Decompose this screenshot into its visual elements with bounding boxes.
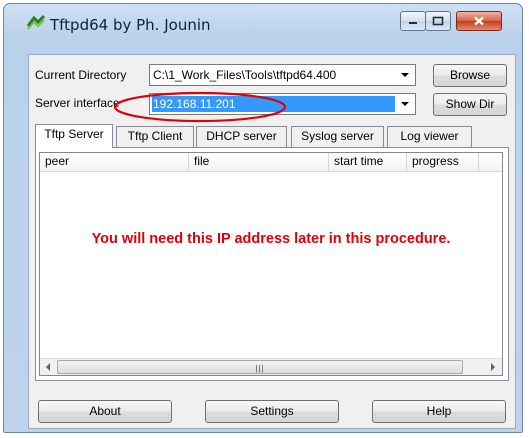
minimize-icon [409, 22, 417, 24]
list-header: peer file start time progress [40, 153, 502, 172]
tftpd-app-icon [26, 14, 46, 32]
tab-tftp-client[interactable]: Tftp Client [116, 126, 194, 147]
current-directory-value: C:\1_Work_Files\Tools\tftpd64.400 [153, 68, 337, 82]
grip-icon: ||| [255, 364, 265, 373]
server-interface-label: Server interface [35, 96, 120, 110]
current-directory-combo[interactable]: C:\1_Work_Files\Tools\tftpd64.400 [149, 64, 416, 86]
about-button[interactable]: About [38, 400, 172, 423]
maximize-icon [432, 16, 444, 26]
show-dir-button[interactable]: Show Dir [433, 93, 507, 116]
browse-button[interactable]: Browse [433, 64, 507, 87]
window-title: Tftpd64 by Ph. Jounin [50, 16, 211, 34]
server-interface-combo[interactable]: 192.168.11.201 [149, 93, 416, 115]
server-interface-selection: 192.168.11.201 [152, 96, 395, 112]
app-window: Tftpd64 by Ph. Jounin Current Directory … [3, 3, 523, 433]
tftp-server-panel: peer file start time progress You will n… [35, 147, 509, 381]
close-button[interactable] [456, 11, 502, 31]
transfer-list[interactable]: peer file start time progress You will n… [39, 152, 503, 376]
tab-log-viewer[interactable]: Log viewer [387, 126, 472, 147]
column-header-file[interactable]: file [189, 153, 329, 171]
horizontal-scrollbar[interactable]: ||| [40, 358, 502, 375]
scroll-left-icon[interactable] [40, 359, 57, 374]
column-header-progress[interactable]: progress [407, 153, 479, 171]
client-area: Current Directory C:\1_Work_Files\Tools\… [28, 54, 516, 429]
column-header-start-time[interactable]: start time [329, 153, 407, 171]
tab-dhcp-server[interactable]: DHCP server [196, 126, 287, 147]
maximize-button[interactable] [425, 11, 451, 31]
title-bar[interactable]: Tftpd64 by Ph. Jounin [4, 4, 522, 48]
current-directory-label: Current Directory [35, 68, 127, 82]
chevron-down-icon[interactable] [397, 95, 414, 113]
annotation-note: You will need this IP address later in t… [91, 231, 451, 247]
minimize-button[interactable] [400, 11, 426, 31]
help-button[interactable]: Help [372, 400, 506, 423]
settings-button[interactable]: Settings [205, 400, 339, 423]
scrollbar-thumb[interactable]: ||| [57, 360, 463, 374]
chevron-down-icon[interactable] [397, 66, 414, 84]
server-interface-value: 192.168.11.201 [153, 97, 236, 111]
close-icon [474, 16, 484, 26]
tab-syslog-server[interactable]: Syslog server [291, 126, 384, 147]
column-header-peer[interactable]: peer [40, 153, 189, 171]
scroll-right-icon[interactable] [485, 359, 502, 374]
tab-tftp-server[interactable]: Tftp Server [35, 124, 113, 148]
